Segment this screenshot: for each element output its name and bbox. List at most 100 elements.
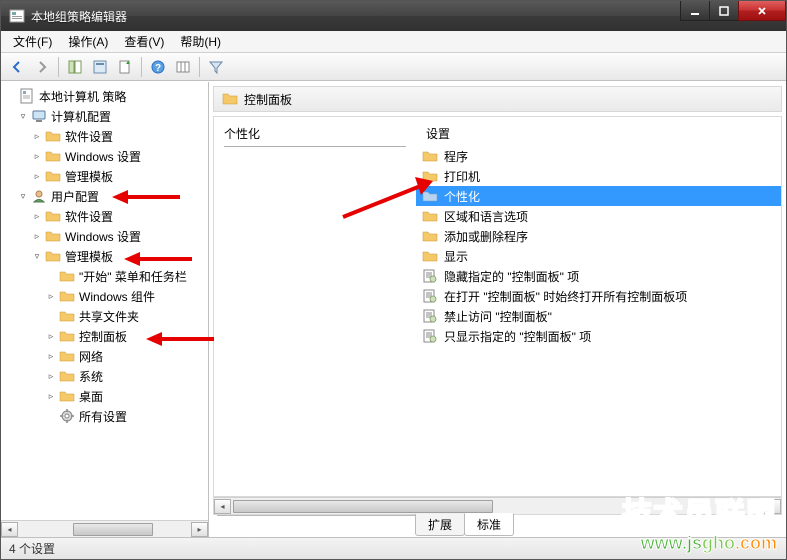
tree-item-label: 本地计算机 策略 [39, 88, 126, 105]
tree-item[interactable]: ▹Windows 设置 [3, 146, 208, 166]
tree-item[interactable]: ▹ 管理模板 [3, 166, 208, 186]
list-item[interactable]: 只显示指定的 "控制面板" 项 [416, 326, 781, 346]
expander-closed-icon[interactable]: ▹ [45, 350, 57, 362]
scroll-right-button[interactable]: ▸ [764, 499, 781, 514]
list-item[interactable]: 程序 [416, 146, 781, 166]
scroll-thumb[interactable] [73, 523, 153, 536]
tree-item-label: 桌面 [79, 388, 103, 405]
app-icon [9, 8, 25, 24]
expander-closed-icon[interactable]: ▹ [31, 230, 43, 242]
tree-item[interactable]: ▹ 桌面 [3, 386, 208, 406]
expander-open-icon[interactable]: ▿ [17, 110, 29, 122]
tree-item-label: Windows 设置 [65, 228, 141, 245]
expander-closed-icon[interactable]: ▹ [45, 370, 57, 382]
tree-item[interactable]: ▹ 软件设置 [3, 126, 208, 146]
content-hscrollbar[interactable]: ◂ ▸ [214, 497, 781, 514]
expander-closed-icon[interactable]: ▹ [31, 210, 43, 222]
folder-icon [45, 228, 61, 244]
policy-icon [19, 88, 35, 104]
list-item[interactable]: 显示 [416, 246, 781, 266]
expander-closed-icon[interactable]: ▹ [45, 290, 57, 302]
menu-view[interactable]: 查看(V) [116, 31, 172, 52]
category-title: 个性化 [224, 125, 406, 142]
expander-open-icon[interactable]: ▿ [17, 190, 29, 202]
app-window: 本地组策略编辑器 文件(F) 操作(A) 查看(V) 帮助(H) ? 本地计算机… [0, 0, 787, 560]
folder-icon [59, 368, 75, 384]
scroll-track[interactable] [18, 522, 191, 537]
export-button[interactable] [113, 55, 137, 79]
tree-item-label: Windows 组件 [79, 288, 155, 305]
tab-extended[interactable]: 扩展 [415, 514, 465, 536]
scroll-thumb[interactable] [233, 500, 493, 513]
maximize-button[interactable] [709, 1, 739, 21]
tree-item-label: 管理模板 [65, 168, 113, 185]
forward-button[interactable] [30, 55, 54, 79]
tree-item[interactable]: 所有设置 [3, 406, 208, 426]
expander-closed-icon[interactable]: ▹ [31, 130, 43, 142]
back-button[interactable] [5, 55, 29, 79]
expander-closed-icon[interactable]: ▹ [31, 150, 43, 162]
folder-icon [45, 168, 61, 184]
expander-closed-icon[interactable]: ▹ [45, 330, 57, 342]
tree-item[interactable]: ▹控制面板 [3, 326, 208, 346]
scroll-track[interactable] [231, 499, 764, 514]
list-item-label: 在打开 "控制面板" 时始终打开所有控制面板项 [444, 288, 687, 305]
content-pane: 控制面板 个性化 设置 程序打印机个性化区域和语言选项添加或删除程序显示隐藏指定… [209, 82, 786, 537]
scroll-right-button[interactable]: ▸ [191, 522, 208, 537]
list-item[interactable]: 区域和语言选项 [416, 206, 781, 226]
show-tree-button[interactable] [63, 55, 87, 79]
title-bar[interactable]: 本地组策略编辑器 [1, 1, 786, 31]
tree-item[interactable]: ▿用户配置 [3, 186, 208, 206]
tree-item-label: 软件设置 [65, 208, 113, 225]
expander-open-icon[interactable]: ▿ [31, 250, 43, 262]
expander-closed-icon[interactable]: ▹ [45, 390, 57, 402]
tree-item[interactable]: 共享文件夹 [3, 306, 208, 326]
toolbar: ? [1, 53, 786, 81]
list-item-label: 显示 [444, 248, 468, 265]
list-item-label: 只显示指定的 "控制面板" 项 [444, 328, 591, 345]
list-item-label: 个性化 [444, 188, 480, 205]
scroll-left-button[interactable]: ◂ [214, 499, 231, 514]
minimize-button[interactable] [680, 1, 710, 21]
tree-item-label: 计算机配置 [51, 108, 111, 125]
list-item[interactable]: 打印机 [416, 166, 781, 186]
tree-item-label: 软件设置 [65, 128, 113, 145]
list-item-label: 隐藏指定的 "控制面板" 项 [444, 268, 579, 285]
list-item[interactable]: 在打开 "控制面板" 时始终打开所有控制面板项 [416, 286, 781, 306]
settings-list[interactable]: 程序打印机个性化区域和语言选项添加或删除程序显示隐藏指定的 "控制面板" 项在打… [416, 146, 781, 346]
tree-item[interactable]: ▿ 计算机配置 [3, 106, 208, 126]
list-item[interactable]: 添加或删除程序 [416, 226, 781, 246]
filter-button[interactable] [204, 55, 228, 79]
list-item[interactable]: 个性化 [416, 186, 781, 206]
scroll-left-button[interactable]: ◂ [1, 522, 18, 537]
properties-button[interactable] [88, 55, 112, 79]
tree-item[interactable]: 本地计算机 策略 [3, 86, 208, 106]
tree-item[interactable]: ▹ Windows 设置 [3, 226, 208, 246]
help-button[interactable]: ? [146, 55, 170, 79]
columns-button[interactable] [171, 55, 195, 79]
menu-action[interactable]: 操作(A) [60, 31, 116, 52]
policy-tree[interactable]: 本地计算机 策略▿计算机配置▹软件设置▹Windows 设置▹管理模板▿用户配置… [1, 82, 208, 520]
list-item[interactable]: 隐藏指定的 "控制面板" 项 [416, 266, 781, 286]
tree-item[interactable]: ▿管理模板 [3, 246, 208, 266]
expander-none [45, 270, 57, 282]
close-button[interactable] [738, 1, 786, 21]
folder-icon [59, 348, 75, 364]
tree-item[interactable]: ▹ Windows 组件 [3, 286, 208, 306]
expander-closed-icon[interactable]: ▹ [31, 170, 43, 182]
tree-item[interactable]: "开始" 菜单和任务栏 [3, 266, 208, 286]
tree-item[interactable]: ▹系统 [3, 366, 208, 386]
tab-standard[interactable]: 标准 [464, 513, 514, 536]
folder-icon [222, 91, 238, 107]
menu-file[interactable]: 文件(F) [5, 31, 60, 52]
menu-help[interactable]: 帮助(H) [172, 31, 229, 52]
toolbar-separator [58, 57, 59, 77]
list-item[interactable]: 禁止访问 "控制面板" [416, 306, 781, 326]
folder-icon [59, 308, 75, 324]
tree-pane: 本地计算机 策略▿计算机配置▹软件设置▹Windows 设置▹管理模板▿用户配置… [1, 82, 209, 537]
folder-icon [59, 328, 75, 344]
tree-item[interactable]: ▹ 软件设置 [3, 206, 208, 226]
toolbar-separator [199, 57, 200, 77]
tree-item[interactable]: ▹网络 [3, 346, 208, 366]
tree-hscrollbar[interactable]: ◂ ▸ [1, 520, 208, 537]
